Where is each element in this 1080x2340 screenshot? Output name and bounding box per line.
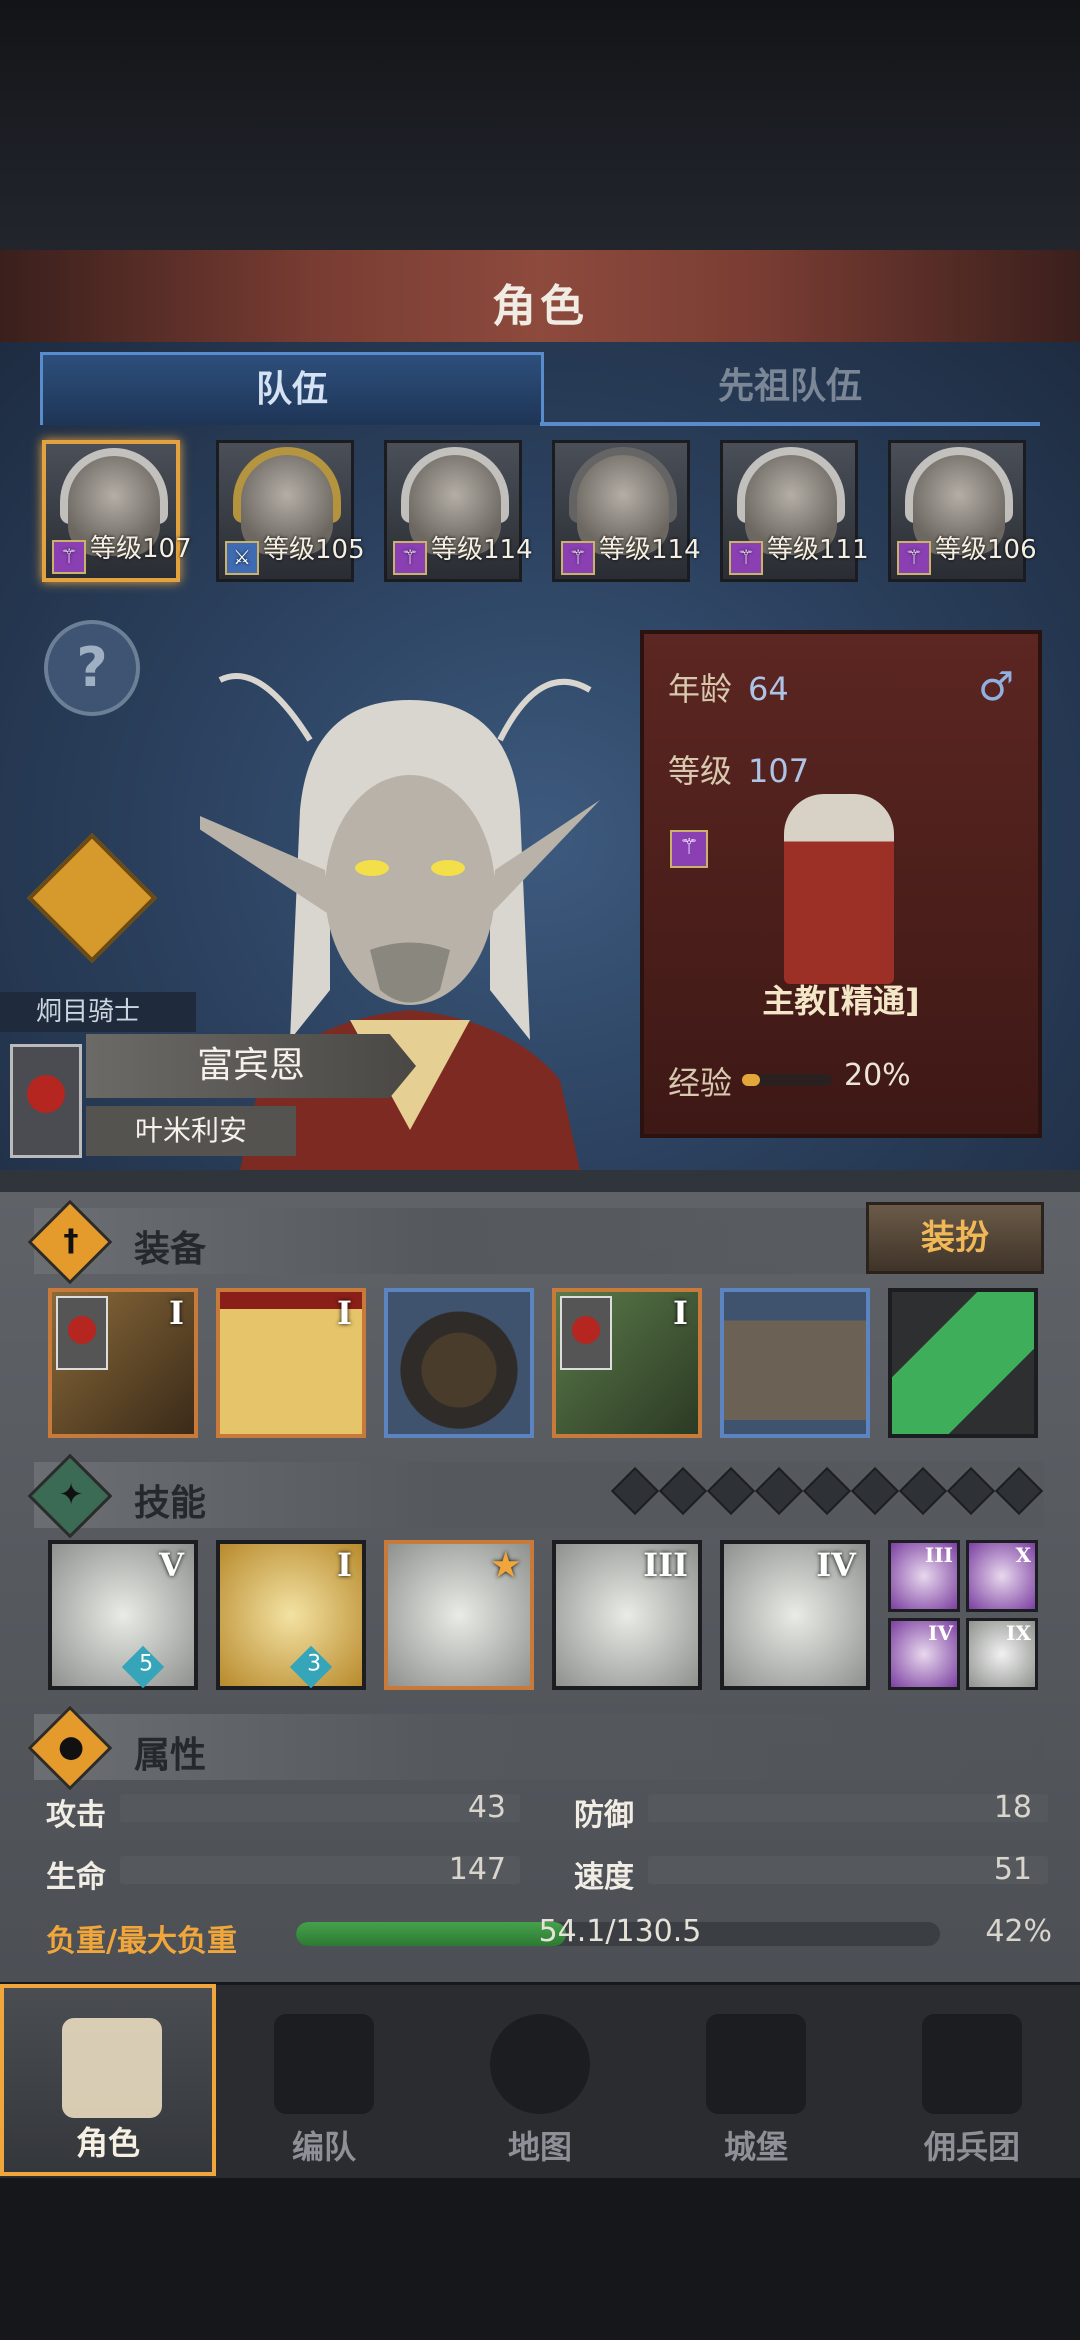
hero-level: 等级114 bbox=[599, 535, 701, 565]
banner-icon bbox=[560, 1296, 612, 1370]
bishop-figure-icon bbox=[784, 794, 894, 984]
class-skill-icon: ⚚ bbox=[897, 541, 931, 575]
equipment-slot-2[interactable]: I bbox=[216, 1288, 366, 1438]
exp-bar bbox=[742, 1074, 832, 1086]
class-skill-icon: ⚚ bbox=[393, 541, 427, 575]
stat-value-hp: 147 bbox=[448, 1852, 506, 1887]
equipment-slot-5[interactable] bbox=[720, 1288, 870, 1438]
stat-value-attack: 43 bbox=[467, 1790, 506, 1825]
faction-banner-icon bbox=[10, 1044, 82, 1158]
skill-slot-2[interactable]: I 3 bbox=[216, 1540, 366, 1690]
skill-slot-5[interactable]: IV bbox=[720, 1540, 870, 1690]
status-area bbox=[0, 0, 1080, 250]
skill-level-badge: 5 bbox=[121, 1645, 165, 1689]
equipment-slot-4[interactable]: I bbox=[552, 1288, 702, 1438]
dress-button[interactable]: 装扮 bbox=[866, 1202, 1044, 1274]
tab-team[interactable]: 队伍 bbox=[40, 352, 544, 425]
class-skill-icon: ⚚ bbox=[729, 541, 763, 575]
stat-label-speed: 速度 bbox=[574, 1860, 634, 1895]
banner-icon bbox=[56, 1296, 108, 1370]
hero-level: 等级114 bbox=[431, 535, 533, 565]
age-value: 64 bbox=[748, 670, 789, 708]
helmet-icon bbox=[274, 2014, 374, 2114]
dagger-icon: † bbox=[27, 1199, 113, 1285]
roster-hero-5[interactable]: ⚚ 等级111 bbox=[720, 440, 869, 582]
skill-slot-1[interactable]: V 5 bbox=[48, 1540, 198, 1690]
level-label: 等级 bbox=[668, 752, 733, 790]
title-bar: 角色 bbox=[0, 250, 1080, 345]
mercenary-icon bbox=[922, 2014, 1022, 2114]
stat-value-defense: 18 bbox=[993, 1790, 1032, 1825]
skill-slot-3[interactable]: ★ bbox=[384, 1540, 534, 1690]
stat-label-attack: 攻击 bbox=[46, 1798, 106, 1833]
hero-level: 等级105 bbox=[263, 535, 365, 565]
passive-skill-3[interactable]: IV bbox=[888, 1618, 960, 1690]
age-label: 年龄 bbox=[668, 670, 733, 708]
nav-castle[interactable]: 城堡 bbox=[648, 1984, 864, 2176]
roster-hero-4[interactable]: ⚚ 等级114 bbox=[552, 440, 701, 582]
equipment-slot-3[interactable] bbox=[384, 1288, 534, 1438]
roster-hero-3[interactable]: ⚚ 等级114 bbox=[384, 440, 533, 582]
passive-skill-2[interactable]: X bbox=[966, 1540, 1038, 1612]
hero-level: 等级106 bbox=[935, 535, 1037, 565]
stat-label-hp: 生命 bbox=[46, 1860, 106, 1895]
hero-level: 等级107 bbox=[90, 534, 192, 564]
passive-skill-4[interactable]: IX bbox=[966, 1618, 1038, 1690]
nav-map[interactable]: 地图 bbox=[432, 1984, 648, 2176]
class-skill-icon: ⚚ bbox=[561, 541, 595, 575]
figure-icon: ● bbox=[27, 1705, 113, 1791]
equipment-slot-1[interactable]: I bbox=[48, 1288, 198, 1438]
load-percent: 42% bbox=[985, 1914, 1052, 1949]
nav-mercenary[interactable]: 佣兵团 bbox=[864, 1984, 1080, 2176]
castle-icon bbox=[706, 2014, 806, 2114]
roster-hero-1[interactable]: ⚚ 等级107 bbox=[42, 440, 192, 582]
bottom-gesture-area bbox=[0, 2178, 1080, 2340]
nav-character[interactable]: 角色 bbox=[0, 1984, 216, 2176]
equipment-title: 装备 bbox=[134, 1229, 207, 1270]
exp-label: 经验 bbox=[668, 1064, 733, 1102]
hero-level: 等级111 bbox=[767, 535, 869, 565]
class-skill-icon: ⚔ bbox=[225, 541, 259, 575]
level-value: 107 bbox=[748, 752, 810, 790]
knight-icon bbox=[62, 2018, 162, 2118]
tab-ancestor-team[interactable]: 先祖队伍 bbox=[540, 352, 1040, 426]
character-info-card: 年龄 64 ♂ 等级 107 ⚚ 主教[精通] 经验 20% bbox=[640, 630, 1042, 1138]
class-skill-icon: ⚚ bbox=[52, 540, 86, 574]
nav-formation[interactable]: 编队 bbox=[216, 1984, 432, 2176]
star-icon: ✦ bbox=[27, 1453, 113, 1539]
attributes-title: 属性 bbox=[134, 1735, 207, 1776]
male-icon: ♂ bbox=[978, 664, 1014, 710]
divider bbox=[0, 1170, 1080, 1192]
class-skill-icon: ⚚ bbox=[670, 830, 708, 868]
compass-icon bbox=[490, 2014, 590, 2114]
stat-value-speed: 51 bbox=[993, 1852, 1032, 1887]
passive-skill-1[interactable]: III bbox=[888, 1540, 960, 1612]
roster-hero-2[interactable]: ⚔ 等级105 bbox=[216, 440, 365, 582]
page-title: 角色 bbox=[492, 281, 588, 332]
attributes-header: ● 属性 bbox=[27, 1705, 1044, 1791]
star-icon: ★ bbox=[491, 1546, 520, 1584]
help-button[interactable]: ? bbox=[44, 620, 140, 716]
character-subname: 叶米利安 bbox=[86, 1106, 296, 1156]
load-label: 负重/最大负重 bbox=[46, 1924, 237, 1959]
hero-class-label: 炯目骑士 bbox=[0, 992, 196, 1032]
stat-label-defense: 防御 bbox=[574, 1798, 634, 1833]
skill-slot-4[interactable]: III bbox=[552, 1540, 702, 1690]
roster-hero-6[interactable]: ⚚ 等级106 bbox=[888, 440, 1037, 582]
character-name[interactable]: 富宾恩 bbox=[86, 1034, 416, 1098]
load-value: 54.1/130.5 bbox=[538, 1914, 702, 1949]
equipment-slot-6[interactable] bbox=[888, 1288, 1038, 1438]
exp-percent: 20% bbox=[844, 1058, 911, 1093]
skill-level-badge: 3 bbox=[289, 1645, 333, 1689]
class-name: 主教[精通] bbox=[762, 982, 920, 1020]
skills-title: 技能 bbox=[134, 1483, 207, 1524]
